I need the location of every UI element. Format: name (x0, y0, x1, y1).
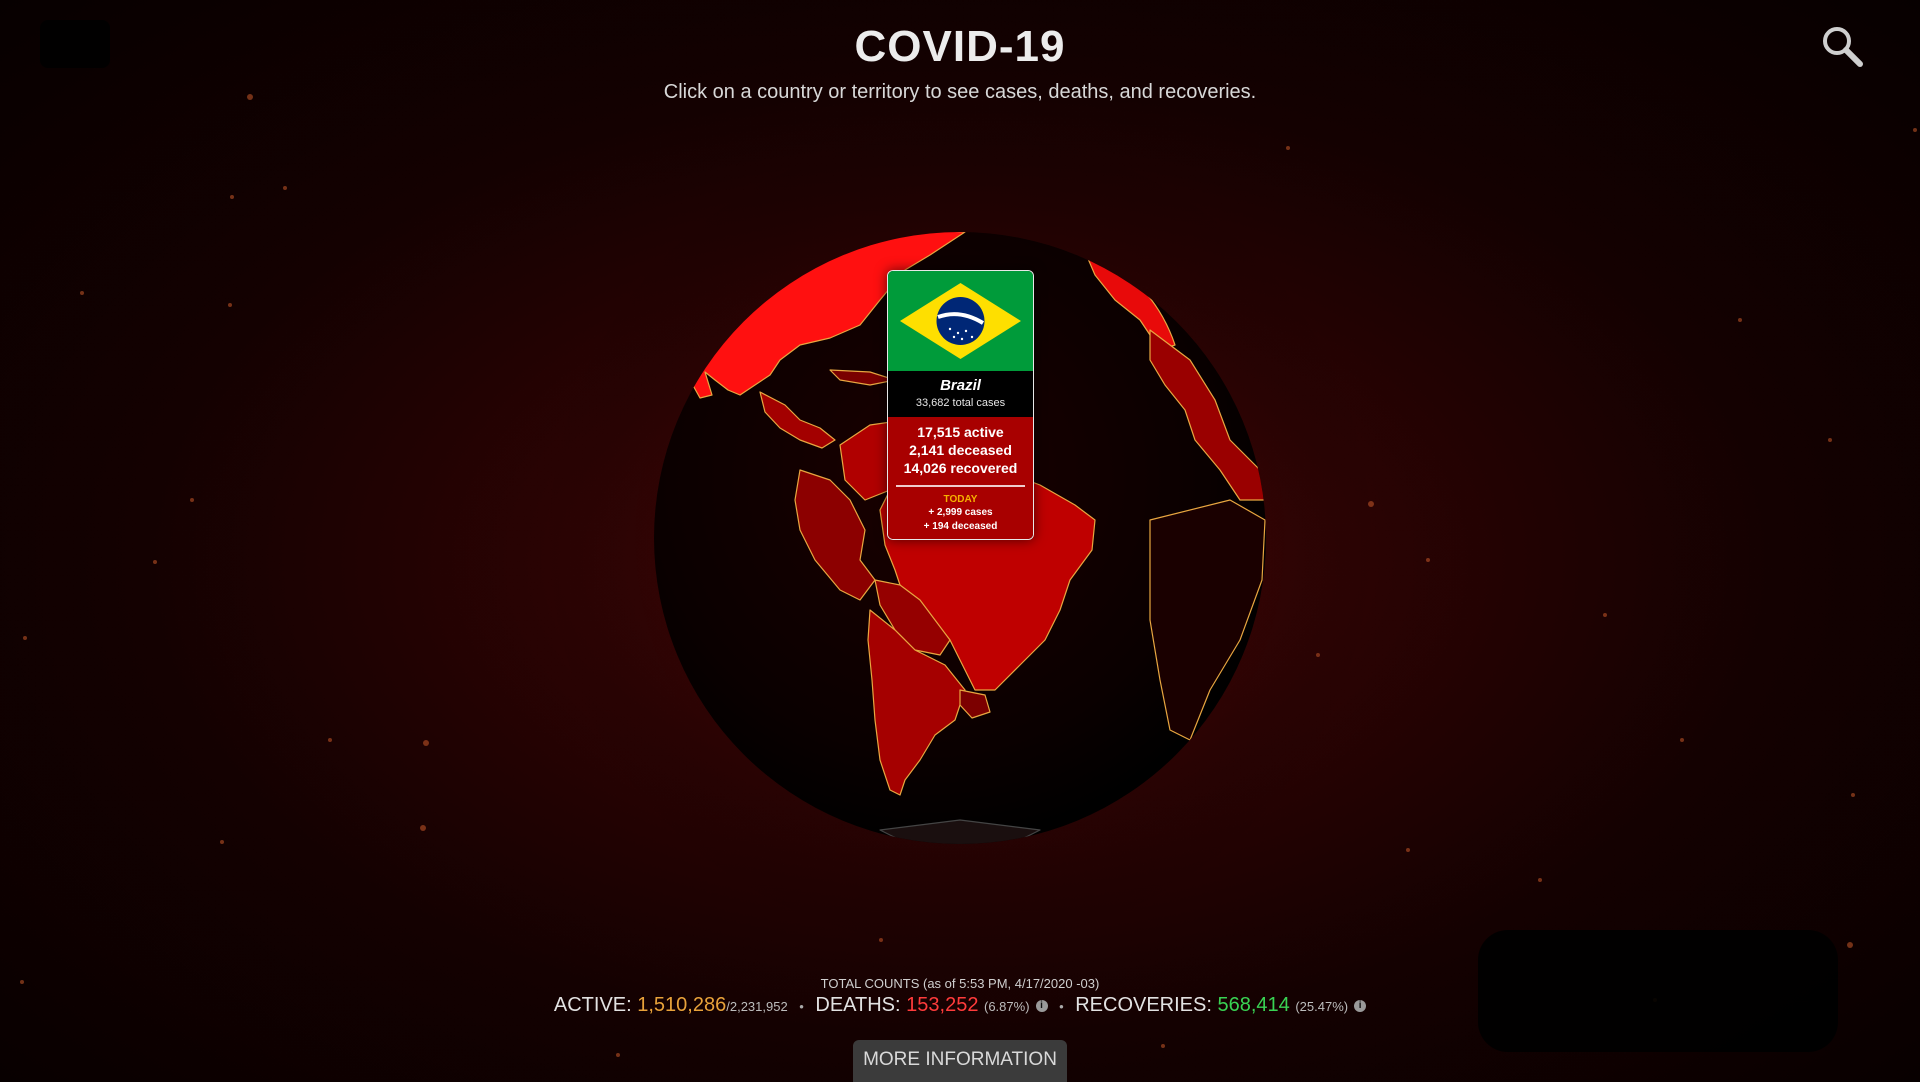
active-value: 1,510,286 (637, 994, 727, 1016)
active-label: ACTIVE: (553, 994, 632, 1016)
popup-recovered: 14,026 recovered (903, 460, 1018, 476)
popup-stats: 17,515 active 2,141 deceased 14,026 reco… (888, 417, 1033, 539)
deaths-info-icon[interactable]: i (1035, 999, 1048, 1012)
popup-total-cases: 33,682 total cases (915, 397, 1006, 409)
recoveries-info-icon[interactable]: i (1354, 999, 1367, 1012)
active-total: /2,231,952 (726, 999, 788, 1014)
popup-today-deceased: + 194 deceased (923, 521, 998, 532)
popup-country-name: Brazil (940, 377, 981, 394)
recoveries-label: RECOVERIES: (1075, 994, 1212, 1016)
separator-dot: • (799, 999, 804, 1014)
more-information-button[interactable]: MORE INFORMATION (853, 1040, 1067, 1082)
globe[interactable] (0, 0, 1920, 1080)
separator-dot: • (1059, 999, 1064, 1014)
country-popup: Brazil 33,682 total cases 17,515 active … (887, 270, 1034, 540)
deaths-value: 153,252 (906, 994, 979, 1016)
page-title: COVID-19 (854, 22, 1066, 71)
deaths-percent: (6.87%) (984, 999, 1030, 1014)
search-button[interactable] (1820, 24, 1866, 70)
popup-today-label: TODAY (943, 494, 978, 505)
popup-active: 17,515 active (917, 424, 1004, 440)
popup-today-cases: + 2,999 cases (928, 507, 993, 518)
totals-bar: ACTIVE: 1,510,286/2,231,952 • DEATHS: 15… (0, 994, 1920, 1017)
recoveries-value: 568,414 (1217, 994, 1290, 1016)
popup-deceased: 2,141 deceased (909, 442, 1012, 458)
deaths-label: DEATHS: (815, 994, 901, 1016)
brazil-flag-icon (888, 271, 1033, 371)
popup-header: Brazil 33,682 total cases (888, 371, 1033, 417)
recoveries-percent: (25.47%) (1295, 999, 1349, 1014)
page-subtitle: Click on a country or territory to see c… (663, 81, 1257, 103)
totals-heading: TOTAL COUNTS (as of 5:53 PM, 4/17/2020 -… (820, 976, 1100, 991)
search-icon (1823, 27, 1863, 67)
popup-divider (896, 485, 1025, 487)
